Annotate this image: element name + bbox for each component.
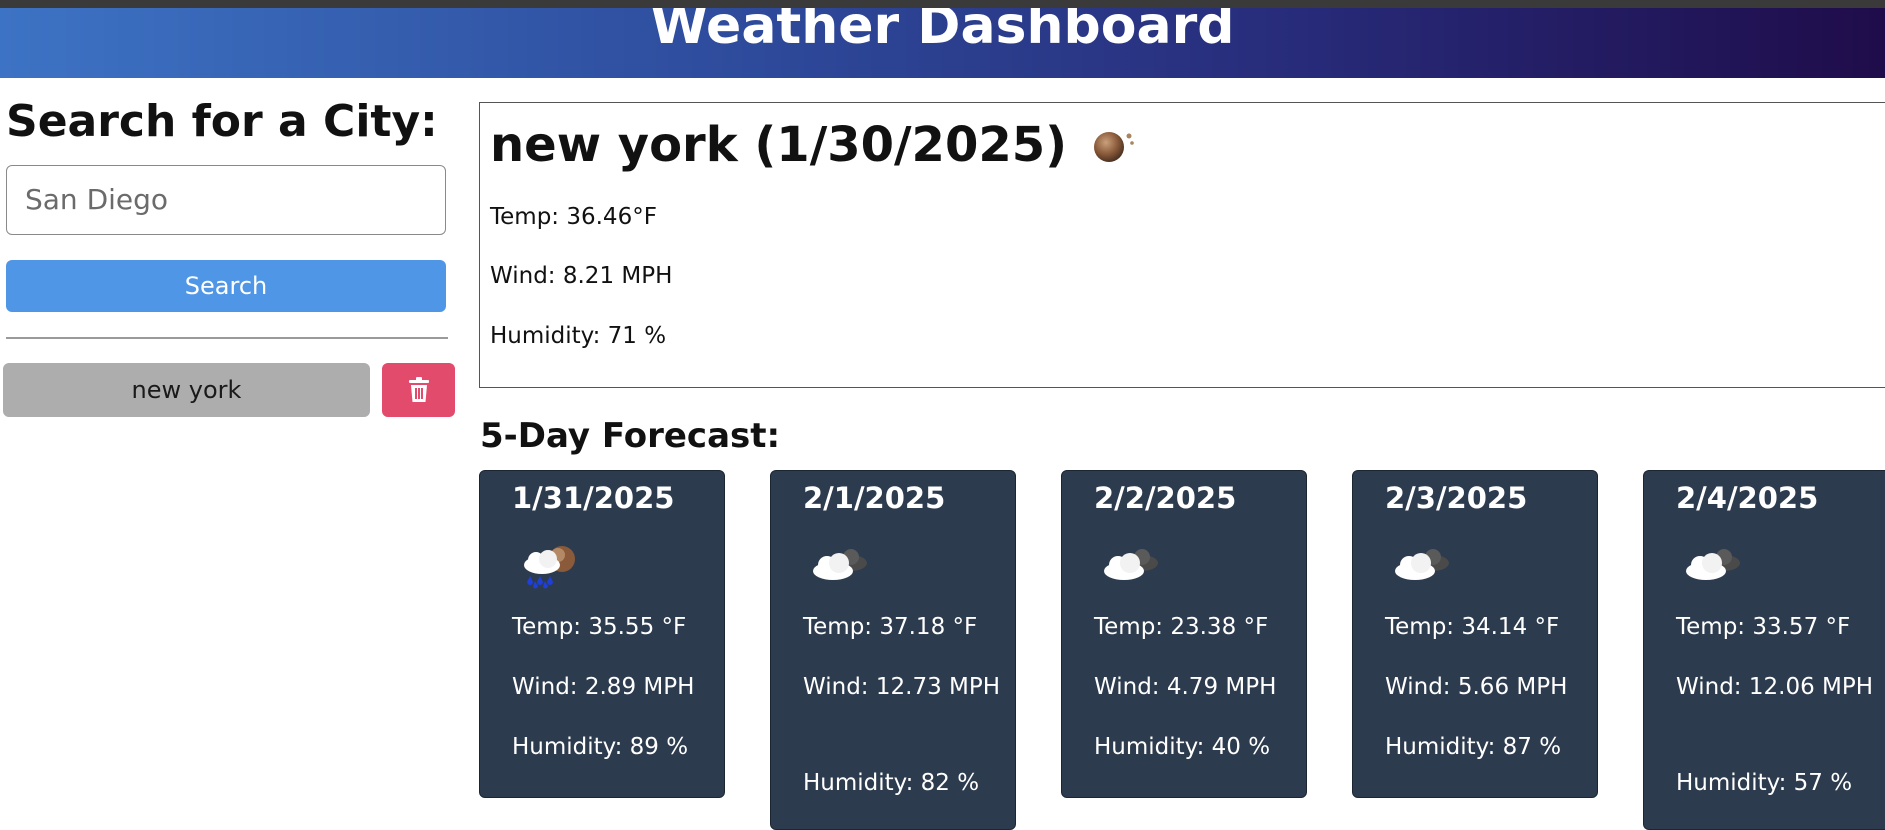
forecast-humidity: Humidity: 89 % xyxy=(512,734,689,760)
forecast-wind: Wind: 4.79 MPH xyxy=(1094,674,1277,700)
current-wind: Wind: 8.21 MPH xyxy=(490,263,673,289)
forecast-wind: Wind: 12.73 MPH xyxy=(803,674,1001,700)
forecast-date: 2/4/2025 xyxy=(1676,481,1819,515)
forecast-card: 2/1/2025 Temp: 37.18 °F Wind: 12.73 MPH … xyxy=(770,470,1016,830)
forecast-temp: Temp: 33.57 °F xyxy=(1676,614,1851,640)
current-weather-card: new york (1/30/2025) Temp: 36.46°F Wind:… xyxy=(479,102,1885,388)
forecast-card: 2/2/2025 Temp: 23.38 °F Wind: 4.79 MPH H… xyxy=(1061,470,1307,798)
partly-cloudy-night-icon xyxy=(1686,549,1740,580)
app-header: Weather Dashboard xyxy=(0,8,1885,78)
search-panel: Search for a City: San Diego Search new … xyxy=(0,78,460,820)
partly-cloudy-night-icon xyxy=(1395,549,1449,580)
search-heading: Search for a City: xyxy=(6,96,438,147)
current-humidity: Humidity: 71 % xyxy=(490,323,667,349)
forecast-temp: Temp: 37.18 °F xyxy=(803,614,978,640)
forecast-wind: Wind: 2.89 MPH xyxy=(512,674,695,700)
forecast-card: 2/3/2025 Temp: 34.14 °F Wind: 5.66 MPH H… xyxy=(1352,470,1598,798)
current-temp: Temp: 36.46°F xyxy=(490,204,657,230)
forecast-humidity: Humidity: 57 % xyxy=(1676,770,1853,796)
forecast-date: 2/2/2025 xyxy=(1094,481,1237,515)
forecast-temp: Temp: 35.55 °F xyxy=(512,614,687,640)
partly-cloudy-night-icon xyxy=(1104,549,1158,580)
forecast-wind: Wind: 12.06 MPH xyxy=(1676,674,1874,700)
forecast-humidity: Humidity: 40 % xyxy=(1094,734,1271,760)
forecast-date: 2/3/2025 xyxy=(1385,481,1528,515)
forecast-temp: Temp: 34.14 °F xyxy=(1385,614,1560,640)
forecast-card: 2/4/2025 Temp: 33.57 °F Wind: 12.06 MPH … xyxy=(1643,470,1885,830)
forecast-humidity: Humidity: 82 % xyxy=(803,770,980,796)
rain-night-icon xyxy=(524,546,575,589)
search-button[interactable]: Search xyxy=(6,260,446,312)
city-search-input[interactable]: San Diego xyxy=(6,165,446,235)
partly-cloudy-night-icon xyxy=(813,549,867,580)
history-city-button[interactable]: new york xyxy=(3,363,370,417)
window-top-strip xyxy=(0,0,1885,8)
forecast-card: 1/31/2025 Temp: 35.55 °F Wind: 2.89 MPH … xyxy=(479,470,725,798)
trash-icon xyxy=(408,377,429,402)
forecast-temp: Temp: 23.38 °F xyxy=(1094,614,1269,640)
divider xyxy=(6,337,448,339)
delete-history-button[interactable] xyxy=(382,363,455,417)
current-weather-title: new york (1/30/2025) xyxy=(490,117,1137,173)
current-city-date: new york (1/30/2025) xyxy=(490,117,1068,173)
forecast-humidity: Humidity: 87 % xyxy=(1385,734,1562,760)
night-clear-icon xyxy=(1094,132,1134,162)
page-title: Weather Dashboard xyxy=(650,8,1235,56)
forecast-wind: Wind: 5.66 MPH xyxy=(1385,674,1568,700)
forecast-date: 1/31/2025 xyxy=(512,481,675,515)
forecast-date: 2/1/2025 xyxy=(803,481,946,515)
forecast-heading: 5-Day Forecast: xyxy=(480,416,781,456)
